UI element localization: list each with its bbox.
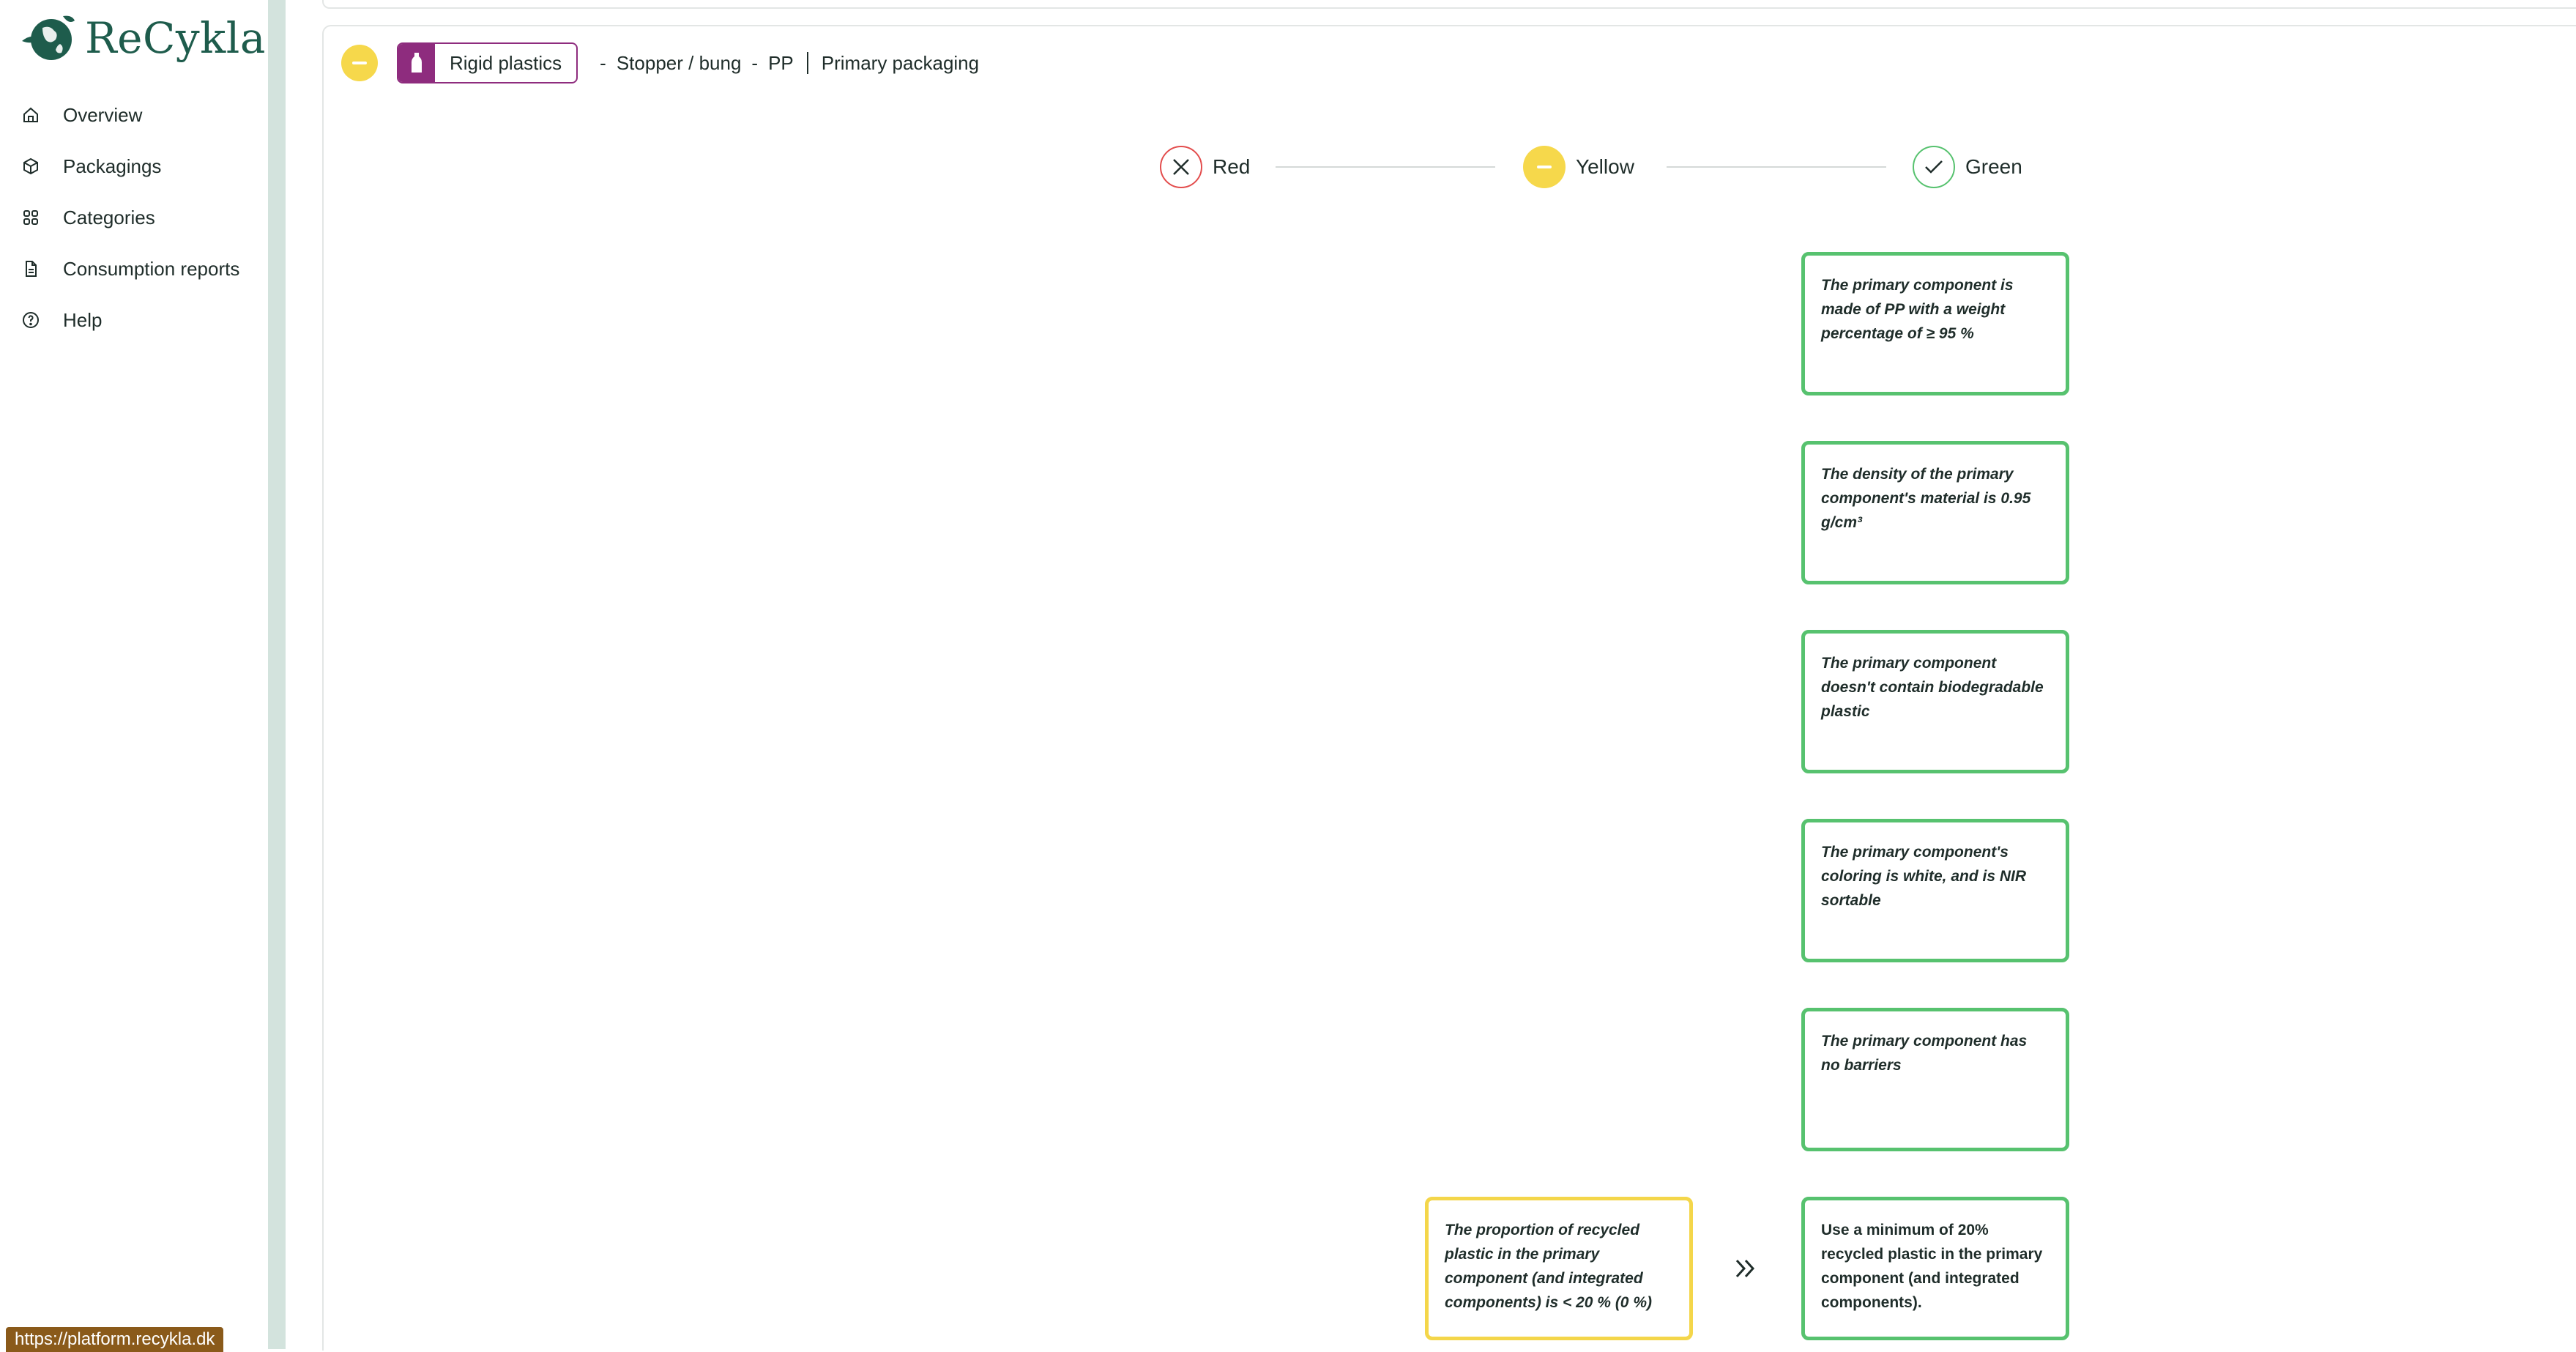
sidebar-item-consumption-reports[interactable]: Consumption reports bbox=[21, 243, 239, 294]
breadcrumb-separator: - bbox=[751, 51, 759, 74]
sidebar-item-label: Overview bbox=[63, 103, 143, 126]
breadcrumb-separator: - bbox=[600, 51, 606, 74]
legend-connector bbox=[1667, 166, 1886, 168]
criterion-card-green: The primary component doesn't contain bi… bbox=[1801, 630, 2069, 773]
grid-icon bbox=[21, 207, 41, 228]
globe-leaf-icon bbox=[22, 15, 75, 60]
red-x-icon bbox=[1160, 146, 1202, 188]
legend-yellow: Yellow bbox=[1523, 144, 1634, 190]
sidebar: ReCykla Overview Packagings Categories C… bbox=[0, 0, 268, 1352]
double-chevron-right-icon bbox=[1734, 1248, 1757, 1288]
legend-connector bbox=[1276, 166, 1495, 168]
sidebar-nav: Overview Packagings Categories Consumpti… bbox=[21, 89, 239, 346]
breadcrumb-material: PP bbox=[768, 51, 794, 74]
green-check-icon bbox=[1913, 146, 1955, 188]
breadcrumb: Rigid plastics - Stopper / bung - PP Pri… bbox=[341, 42, 980, 83]
sidebar-item-packagings[interactable]: Packagings bbox=[21, 141, 239, 192]
legend-yellow-label: Yellow bbox=[1576, 155, 1634, 178]
criterion-card-yellow: The proportion of recycled plastic in th… bbox=[1425, 1197, 1693, 1340]
document-icon bbox=[21, 259, 41, 279]
breadcrumb-item: Stopper / bung bbox=[616, 51, 742, 74]
criterion-card-green: The primary component's coloring is whit… bbox=[1801, 819, 2069, 962]
yellow-status-icon[interactable] bbox=[341, 45, 378, 81]
criterion-card-green: The primary component has no barriers bbox=[1801, 1008, 2069, 1151]
criterion-text: The proportion of recycled plastic in th… bbox=[1445, 1222, 1652, 1311]
bottle-icon bbox=[398, 44, 435, 82]
criterion-card-green: The density of the primary component's m… bbox=[1801, 441, 2069, 584]
criterion-text: The primary component doesn't contain bi… bbox=[1821, 655, 2044, 720]
criterion-text: The primary component's coloring is whit… bbox=[1821, 844, 2027, 909]
logo[interactable]: ReCykla bbox=[18, 12, 266, 64]
evaluation-panel bbox=[322, 25, 2576, 1351]
legend-green: Green bbox=[1913, 144, 2022, 190]
criterion-text: The density of the primary component's m… bbox=[1821, 466, 2031, 531]
sidebar-scroll-rail[interactable] bbox=[268, 0, 286, 1349]
legend-green-label: Green bbox=[1965, 155, 2022, 178]
legend-red-label: Red bbox=[1213, 155, 1251, 178]
sidebar-item-label: Help bbox=[63, 308, 103, 331]
sidebar-item-help[interactable]: Help bbox=[21, 294, 239, 346]
sidebar-item-overview[interactable]: Overview bbox=[21, 89, 239, 141]
sidebar-item-categories[interactable]: Categories bbox=[21, 192, 239, 243]
legend-red: Red bbox=[1160, 144, 1250, 190]
logo-text: ReCykla bbox=[85, 13, 266, 63]
top-panel-edge bbox=[322, 0, 2576, 9]
sidebar-item-label: Consumption reports bbox=[63, 257, 240, 280]
criterion-text: The primary component is made of PP with… bbox=[1821, 277, 2014, 342]
recommendation-text: Use a minimum of 20% recycled plastic in… bbox=[1821, 1222, 2043, 1311]
recommendation-card: Use a minimum of 20% recycled plastic in… bbox=[1801, 1197, 2069, 1340]
home-icon bbox=[21, 105, 41, 125]
yellow-dash-icon bbox=[1523, 146, 1566, 188]
category-tag[interactable]: Rigid plastics bbox=[397, 42, 578, 83]
box-icon bbox=[21, 156, 41, 177]
criterion-card-green: The primary component is made of PP with… bbox=[1801, 252, 2069, 395]
criterion-text: The primary component has no barriers bbox=[1821, 1033, 2028, 1074]
category-tag-label: Rigid plastics bbox=[450, 51, 562, 74]
sidebar-item-label: Packagings bbox=[63, 155, 162, 177]
sidebar-item-label: Categories bbox=[63, 206, 155, 229]
breadcrumb-packaging-type: Primary packaging bbox=[821, 51, 980, 74]
breadcrumb-divider bbox=[806, 52, 808, 74]
help-icon bbox=[21, 310, 41, 330]
status-bar-url: https://platform.recykla.dk bbox=[6, 1327, 224, 1352]
